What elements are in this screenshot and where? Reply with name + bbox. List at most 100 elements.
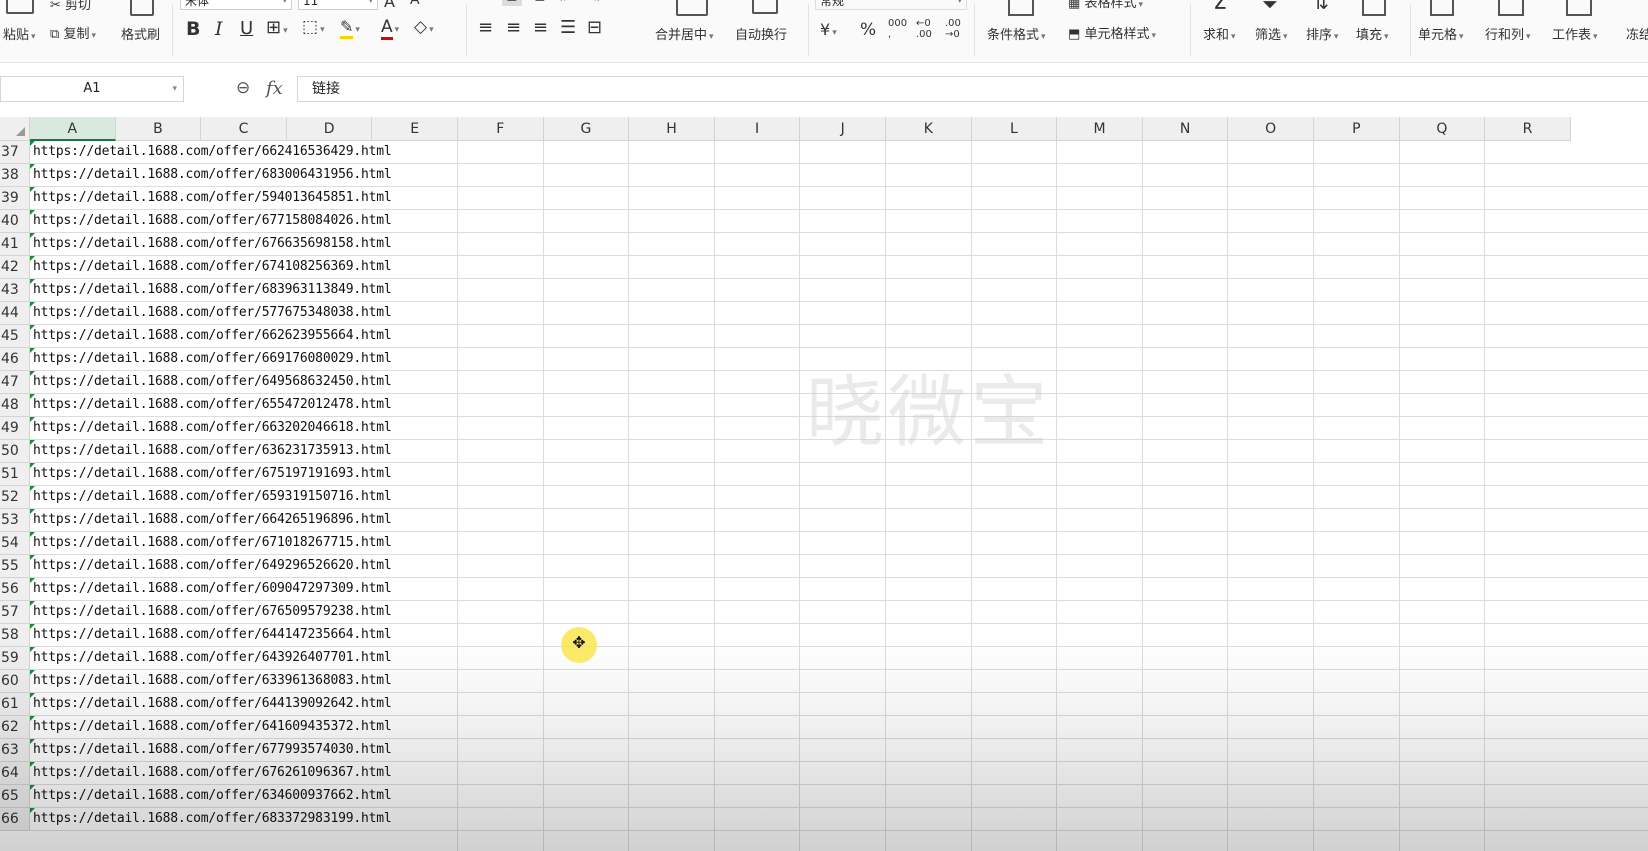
currency-button[interactable]: ¥ ▾ [820, 20, 837, 39]
cell-a[interactable]: https://detail.1688.com/offer/6439264077… [30, 647, 1033, 669]
row-header[interactable]: 56 [0, 578, 30, 601]
freeze-button[interactable]: 冻结 [1626, 24, 1648, 43]
row-header[interactable]: 60 [0, 670, 30, 693]
sort-button[interactable]: 排序 ▾ [1306, 24, 1339, 43]
paste-icon[interactable] [6, 0, 34, 14]
sum-button[interactable]: 求和 ▾ [1203, 24, 1236, 43]
border-icon[interactable]: ⊞ ▾ [266, 17, 288, 38]
row-header[interactable]: 42 [0, 256, 30, 279]
cell-a[interactable]: https://detail.1688.com/offer/6765095792… [30, 601, 1033, 623]
cell-a[interactable]: https://detail.1688.com/offer/6441390926… [30, 693, 1033, 715]
cell-a[interactable]: https://detail.1688.com/offer/6839631138… [30, 279, 1033, 301]
cell-a[interactable]: https://detail.1688.com/offer/6710182677… [30, 532, 1033, 554]
font-shrink-button[interactable]: A [410, 0, 420, 8]
column-header-L[interactable]: L [971, 117, 1058, 141]
font-name-select[interactable]: 宋体 ▾ [180, 0, 292, 10]
cell-a[interactable]: https://detail.1688.com/offer/6642651968… [30, 509, 1033, 531]
cut-button[interactable]: ✂ 剪切 [50, 0, 91, 13]
cell-a[interactable]: https://detail.1688.com/offer/6830064319… [30, 164, 1033, 186]
font-size-select[interactable]: 11 ▾ [298, 0, 378, 10]
italic-button[interactable]: I [215, 18, 223, 40]
column-header-E[interactable]: E [372, 117, 458, 141]
column-header-K[interactable]: K [886, 117, 972, 141]
cell-a[interactable]: https://detail.1688.com/offer/6492965266… [30, 555, 1033, 577]
row-header[interactable]: 66 [0, 808, 30, 831]
row-header[interactable]: 48 [0, 394, 30, 417]
column-header-R[interactable]: R [1485, 117, 1571, 141]
wrap-text-button[interactable]: 自动换行 [735, 24, 787, 43]
thousands-button[interactable]: 000, [888, 18, 907, 40]
row-header[interactable]: 43 [0, 279, 30, 302]
copy-button[interactable]: ⧉ 复制 ▾ [50, 23, 96, 42]
cell-a[interactable]: https://detail.1688.com/offer/6741082563… [30, 256, 1033, 278]
zoom-formula-icon[interactable]: ⊖ [236, 78, 250, 98]
align-left-icon[interactable]: ≡ [478, 17, 493, 38]
align-right-icon[interactable]: ≡ [533, 17, 548, 38]
row-header[interactable]: 53 [0, 509, 30, 532]
column-header-J[interactable]: J [800, 117, 886, 141]
font-grow-button[interactable]: A [384, 0, 395, 11]
align-center-icon[interactable]: ≡ [506, 17, 521, 38]
row-header[interactable]: 45 [0, 325, 30, 348]
indent-decrease-icon[interactable]: ⇤ [560, 0, 572, 6]
row-header[interactable]: 49 [0, 417, 30, 440]
number-format-select[interactable]: 常规 ▾ [815, 0, 967, 10]
name-box[interactable]: A1 ▾ [0, 76, 184, 102]
cell-a[interactable]: https://detail.1688.com/offer/6626239556… [30, 325, 1033, 347]
row-header[interactable]: 55 [0, 555, 30, 578]
cell-a[interactable]: https://detail.1688.com/offer/6833729831… [30, 808, 1033, 830]
cell-a[interactable]: https://detail.1688.com/offer/6090472973… [30, 578, 1033, 600]
column-header-H[interactable]: H [629, 117, 715, 141]
column-header-Q[interactable]: Q [1399, 117, 1486, 141]
conditional-format-button[interactable]: 条件格式 ▾ [987, 24, 1046, 43]
column-header-O[interactable]: O [1228, 117, 1314, 141]
row-header[interactable]: 50 [0, 440, 30, 463]
indent-increase-icon[interactable]: ⇥ [588, 0, 600, 6]
formula-input[interactable]: 链接 [297, 76, 1648, 102]
row-header[interactable]: 64 [0, 762, 30, 785]
row-col-button[interactable]: 行和列 ▾ [1485, 24, 1531, 43]
clear-format-icon[interactable]: ◇ ▾ [414, 17, 434, 37]
row-header[interactable]: 46 [0, 348, 30, 371]
row-header[interactable]: 54 [0, 532, 30, 555]
cell-a[interactable]: https://detail.1688.com/offer/6441472356… [30, 624, 1033, 646]
decrease-decimal-button[interactable]: .00 →0 [945, 18, 961, 40]
row-header[interactable]: 38 [0, 164, 30, 187]
format-painter-button[interactable]: 格式刷 [121, 24, 160, 43]
cell-a[interactable]: https://detail.1688.com/offer/6593191507… [30, 486, 1033, 508]
cell-style-button[interactable]: ⬒ 单元格样式 ▾ [1068, 23, 1156, 42]
cell-a[interactable]: https://detail.1688.com/offer/6624165364… [30, 141, 1033, 163]
column-header-F[interactable]: F [458, 117, 544, 141]
column-header-N[interactable]: N [1142, 117, 1229, 141]
bold-button[interactable]: B [186, 18, 200, 40]
cell-button[interactable]: 单元格 ▾ [1418, 24, 1464, 43]
row-header[interactable]: 61 [0, 693, 30, 716]
row-header[interactable]: 57 [0, 601, 30, 624]
paste-button[interactable]: 粘贴 ▾ [3, 24, 36, 43]
row-header[interactable]: 52 [0, 486, 30, 509]
row-header[interactable]: 44 [0, 302, 30, 325]
row-header[interactable]: 39 [0, 187, 30, 210]
column-header-D[interactable]: D [286, 117, 373, 141]
align-middle-icon[interactable]: ≡ [502, 0, 522, 6]
row-header[interactable]: 65 [0, 785, 30, 808]
row-header[interactable]: 41 [0, 233, 30, 256]
row-header[interactable]: 51 [0, 463, 30, 486]
cell-a[interactable]: https://detail.1688.com/offer/5940136458… [30, 187, 1033, 209]
row-header[interactable]: 40 [0, 210, 30, 233]
row-header[interactable]: 58 [0, 624, 30, 647]
fill-button[interactable]: 填充 ▾ [1356, 24, 1389, 43]
increase-decimal-button[interactable]: ←0.00 [916, 18, 932, 40]
column-header-I[interactable]: I [714, 117, 801, 141]
column-header-A[interactable]: A [30, 117, 116, 141]
column-header-B[interactable]: B [115, 117, 202, 141]
cell-a[interactable]: https://detail.1688.com/offer/6346009376… [30, 785, 1033, 807]
cell-a[interactable]: https://detail.1688.com/offer/6771580840… [30, 210, 1033, 232]
percent-button[interactable]: % [860, 20, 876, 40]
column-header-M[interactable]: M [1057, 117, 1143, 141]
row-header[interactable]: 37 [0, 141, 30, 164]
column-header-P[interactable]: P [1314, 117, 1400, 141]
fill-shape-icon[interactable]: ⬚ ▾ [302, 17, 325, 37]
column-header-G[interactable]: G [543, 117, 630, 141]
font-color-icon[interactable]: A ▾ [381, 17, 399, 40]
